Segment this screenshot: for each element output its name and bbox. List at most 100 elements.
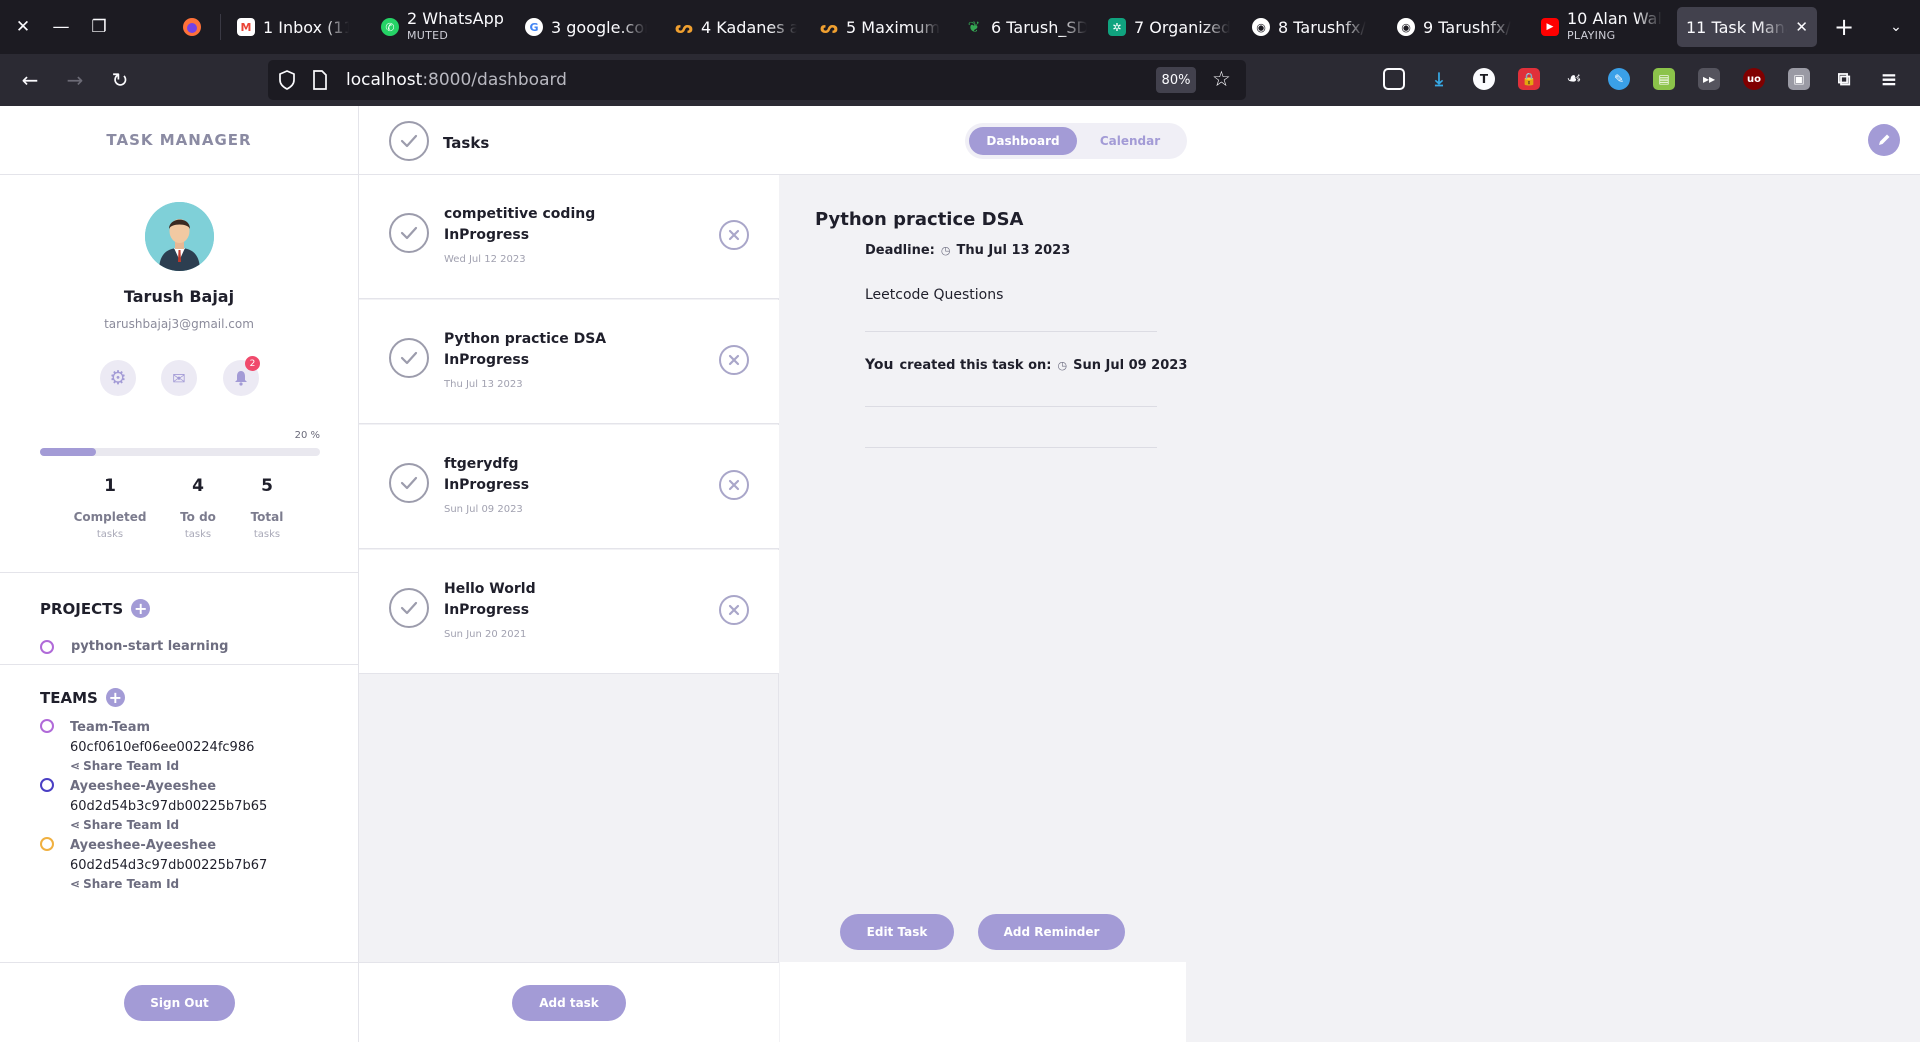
tab-dashboard[interactable]: Dashboard [969,127,1077,155]
browser-tab-bar: ✕ — ❐ M 1 Inbox (11,5 ✆ 2 WhatsAppMUTED … [0,0,1920,54]
browser-tab-2[interactable]: ✆ 2 WhatsApp MUTED [372,7,512,47]
share-team-id-link[interactable]: ⋖ Share Team Id [70,759,179,773]
browser-tab-6[interactable]: ❦ 6 Tarush_SD [956,7,1096,47]
check-icon [400,351,418,365]
firefox-view-icon[interactable] [180,13,204,41]
complete-task-checkbox[interactable] [389,463,429,503]
delete-task-button[interactable] [719,345,749,375]
close-window-icon[interactable]: ✕ [11,13,35,41]
add-reminder-button[interactable]: Add Reminder [978,914,1125,950]
mail-button[interactable]: ✉ [161,360,197,396]
task-title: competitive coding [444,206,596,222]
complete-task-checkbox[interactable] [389,213,429,253]
new-tab-icon[interactable]: + [1832,13,1856,41]
project-item[interactable]: python-start learning [40,639,228,654]
shield-icon[interactable] [278,70,296,94]
task-status: InProgress [444,227,530,243]
extension-lock-icon[interactable]: 🔒 [1518,68,1540,90]
extension-media-icon[interactable]: ▸▸ [1698,68,1720,90]
menu-hamburger-icon[interactable]: ≡ [1878,67,1900,91]
gear-icon: ⚙ [109,367,127,389]
forward-icon[interactable]: → [63,68,87,92]
edit-task-button[interactable]: Edit Task [840,914,954,950]
share-team-id-link[interactable]: ⋖ Share Team Id [70,818,179,832]
extension-t-icon[interactable]: T [1473,68,1495,90]
url-bar[interactable]: localhost:8000/dashboard 80% ☆ [268,60,1246,100]
share-icon: ⋖ [70,759,81,773]
detail-title: Python practice DSA [815,209,1024,230]
task-card[interactable]: competitive coding InProgress Wed Jul 12… [359,175,779,299]
complete-task-checkbox[interactable] [389,338,429,378]
delete-task-button[interactable] [719,595,749,625]
task-list: competitive coding InProgress Wed Jul 12… [359,175,779,1042]
settings-button[interactable]: ⚙ [100,360,136,396]
task-card[interactable]: Python practice DSA InProgress Thu Jul 1… [359,300,779,424]
task-status: InProgress [444,352,530,368]
divider [865,331,1157,332]
close-tab-icon[interactable]: ✕ [1795,18,1808,36]
back-icon[interactable]: ← [18,68,42,92]
edit-button[interactable] [1868,124,1900,156]
zoom-level[interactable]: 80% [1156,67,1196,93]
task-date: Thu Jul 13 2023 [444,379,523,390]
browser-tab-1[interactable]: M 1 Inbox (11,5 [228,7,358,47]
bell-icon [235,371,247,386]
team-color-dot [40,719,54,733]
delete-task-button[interactable] [719,470,749,500]
chatgpt-icon: ✲ [1108,18,1126,36]
task-title: Python practice DSA [444,331,607,347]
pocket-icon[interactable] [1383,68,1405,90]
user-name: Tarush Bajaj [123,287,235,306]
delete-task-button[interactable] [719,220,749,250]
task-manager-app: TASK MANAGER Tarush Bajaj tarushbajaj3@g… [0,106,1920,1042]
browser-tab-8[interactable]: ◉ 8 Tarushfx/ [1243,7,1383,47]
sign-out-button[interactable]: Sign Out [124,985,235,1021]
tab-list-chevron-icon[interactable]: ⌄ [1884,13,1908,41]
task-card[interactable]: ftgerydfg InProgress Sun Jul 09 2023 [359,425,779,549]
extension-image-icon[interactable]: ▤ [1653,68,1675,90]
url-text[interactable]: localhost:8000/dashboard [346,70,567,90]
task-status: InProgress [444,602,530,618]
add-task-button[interactable]: Add task [512,985,626,1021]
check-icon [400,476,418,490]
progress-bar [40,448,320,456]
youtube-icon: ▶ [1541,18,1559,36]
extension-grey-icon[interactable]: ▣ [1788,68,1810,90]
restore-window-icon[interactable]: ❐ [87,13,111,41]
ublock-icon[interactable]: uo [1743,68,1765,90]
extension-gnome-icon[interactable]: ☙ [1563,68,1585,90]
detail-description: Leetcode Questions [865,287,1004,303]
avatar[interactable] [145,202,214,271]
team-color-dot [40,837,54,851]
brand-title: TASK MANAGER [0,106,358,175]
close-icon [728,229,740,241]
complete-task-checkbox[interactable] [389,588,429,628]
divider [865,447,1157,448]
add-team-button[interactable]: + [105,688,125,707]
browser-tab-9[interactable]: ◉ 9 Tarushfx/ [1388,7,1528,47]
share-icon: ⋖ [70,877,81,891]
team-color-dot [40,778,54,792]
share-team-id-link[interactable]: ⋖ Share Team Id [70,877,179,891]
codecademy-icon: ᔕ [819,17,839,37]
extensions-puzzle-icon[interactable]: ⧉ [1833,68,1855,90]
download-icon[interactable]: ⤓ [1428,68,1450,90]
browser-tab-3[interactable]: G 3 google.con [516,7,656,47]
bookmark-star-icon[interactable]: ☆ [1212,67,1231,91]
extension-blue-icon[interactable]: ✎ [1608,68,1630,90]
browser-tab-7[interactable]: ✲ 7 Organized [1099,7,1239,47]
tab-calendar[interactable]: Calendar [1077,127,1183,155]
add-project-button[interactable]: + [131,599,151,618]
teams-heading: TEAMS + [40,688,125,707]
sidebar: TASK MANAGER Tarush Bajaj tarushbajaj3@g… [0,106,359,1042]
task-date: Wed Jul 12 2023 [444,254,526,265]
browser-tab-4[interactable]: ᔕ 4 Kadanes a [666,7,806,47]
task-card[interactable]: Hello World InProgress Sun Jun 20 2021 [359,550,779,674]
notifications-button[interactable]: 2 [223,356,260,396]
clock-icon: ◷ [940,244,951,257]
reload-icon[interactable]: ↻ [108,68,132,92]
browser-tab-11-active[interactable]: 11 Task Mana ✕ [1677,7,1817,47]
browser-tab-5[interactable]: ᔕ 5 Maximum [811,7,951,47]
minimize-window-icon[interactable]: — [49,13,73,41]
browser-tab-10[interactable]: ▶ 10 Alan Wal PLAYING [1532,7,1672,47]
